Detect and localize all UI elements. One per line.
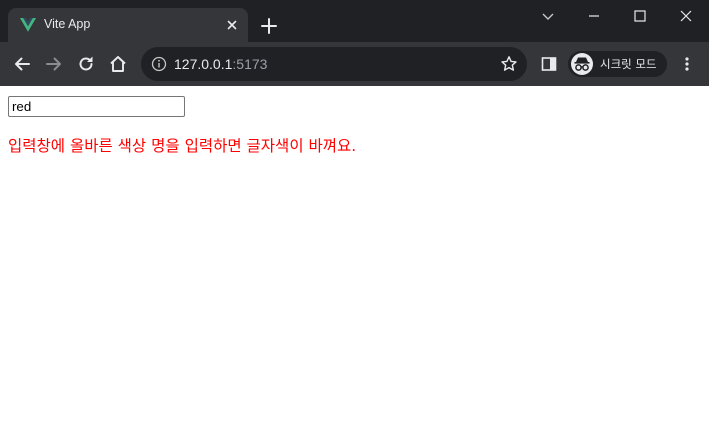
color-input[interactable]: [8, 96, 185, 117]
back-button[interactable]: [10, 52, 34, 76]
bookmark-star-icon[interactable]: [500, 55, 518, 73]
tab-search-button[interactable]: [525, 0, 571, 32]
close-window-button[interactable]: [663, 0, 709, 32]
tab-title: Vite App: [44, 17, 91, 31]
new-tab-icon[interactable]: [258, 15, 280, 37]
avatar: [571, 53, 593, 75]
chevron-down-icon: [542, 13, 554, 20]
maximize-button[interactable]: [617, 0, 663, 32]
reload-icon: [79, 56, 93, 71]
side-panel-icon: [541, 57, 557, 71]
home-button[interactable]: [106, 52, 130, 76]
more-vert-icon: [685, 57, 689, 71]
maximize-icon: [634, 10, 646, 22]
info-icon[interactable]: [151, 56, 167, 72]
close-tab-icon[interactable]: [224, 17, 240, 33]
browser-tab[interactable]: Vite App: [8, 8, 248, 42]
address-bar[interactable]: 127.0.0.1:5173: [141, 47, 527, 81]
url-port: :5173: [232, 56, 268, 72]
back-arrow-icon: [15, 57, 30, 71]
close-icon: [680, 10, 692, 22]
minimize-icon: [589, 15, 599, 17]
color-message: 입력창에 올바른 색상 명을 입력하면 글자색이 바껴요.: [8, 137, 357, 155]
tab-strip: Vite App: [0, 0, 709, 42]
vue-logo-icon: [20, 18, 36, 32]
side-panel-button[interactable]: [537, 52, 561, 76]
browser-toolbar: 127.0.0.1:5173 시크릿 모드: [0, 42, 709, 86]
minimize-button[interactable]: [571, 0, 617, 32]
menu-button[interactable]: [675, 52, 699, 76]
reload-button[interactable]: [74, 52, 98, 76]
incognito-icon: [574, 57, 590, 71]
url-text: 127.0.0.1:5173: [174, 56, 267, 72]
incognito-profile-button[interactable]: 시크릿 모드: [568, 51, 667, 77]
forward-button[interactable]: [42, 52, 66, 76]
home-icon: [110, 56, 126, 72]
incognito-label: 시크릿 모드: [600, 57, 657, 71]
forward-arrow-icon: [46, 57, 61, 71]
page-content: 입력창에 올바른 색상 명을 입력하면 글자색이 바껴요.: [0, 86, 709, 446]
url-host: 127.0.0.1: [174, 56, 233, 72]
